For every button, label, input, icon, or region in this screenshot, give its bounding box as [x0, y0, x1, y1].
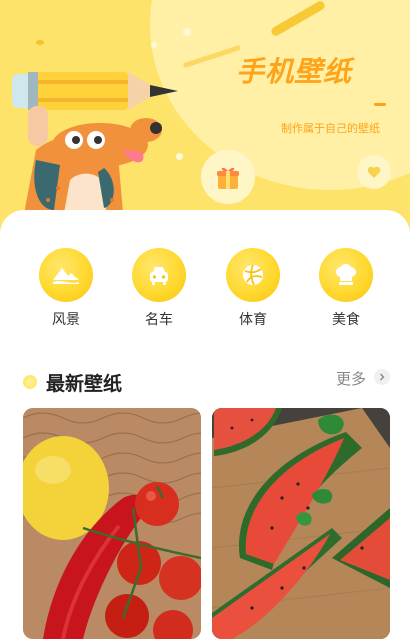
- section-title: 最新壁纸: [46, 373, 123, 395]
- category-icon-bg: [132, 248, 186, 302]
- category-label: 风景: [52, 312, 80, 328]
- banner-subtitle: 制作属于自己的壁纸: [281, 122, 380, 135]
- favorite-button[interactable]: [357, 155, 391, 189]
- landscape-icon: [53, 268, 79, 284]
- car-icon: [150, 267, 168, 285]
- category-icon-bg: [226, 248, 280, 302]
- category-icon-bg: [319, 248, 373, 302]
- wallpaper-card-watermelon[interactable]: [212, 408, 390, 639]
- banner-decor-dot: [151, 42, 157, 48]
- category-landscape[interactable]: 风景: [31, 248, 101, 329]
- chevron-right-icon: [380, 373, 385, 381]
- banner-title: 手机壁纸: [236, 55, 353, 88]
- more-link[interactable]: 更多: [336, 368, 366, 389]
- wallpaper-image-vegetables: [23, 408, 201, 639]
- category-label: 美食: [332, 312, 360, 328]
- wallpaper-image-watermelon: [212, 408, 390, 639]
- banner-decor-dot: [183, 28, 191, 36]
- gift-icon: [217, 167, 239, 189]
- category-food[interactable]: 美食: [311, 248, 381, 329]
- more-chevron-button[interactable]: [374, 369, 390, 385]
- chef-hat-icon: [336, 264, 356, 285]
- category-cars[interactable]: 名车: [124, 248, 194, 329]
- gift-button[interactable]: [201, 150, 255, 204]
- header-banner: 手机壁纸 制作属于自己的壁纸: [0, 0, 410, 235]
- ball-icon: [243, 264, 263, 286]
- mascot-illustration: [12, 72, 178, 235]
- category-icon-bg: [39, 248, 93, 302]
- wallpaper-card-vegetables[interactable]: [23, 408, 201, 639]
- category-sports[interactable]: 体育: [218, 248, 288, 329]
- heart-icon: [367, 166, 381, 178]
- category-label: 名车: [145, 312, 173, 328]
- category-row: 风景 名车 体育 美食: [0, 248, 410, 332]
- category-label: 体育: [239, 312, 267, 328]
- section-dot-icon: [23, 375, 37, 389]
- banner-subtitle-dash: [374, 103, 386, 106]
- banner-decor-dot: [36, 40, 44, 45]
